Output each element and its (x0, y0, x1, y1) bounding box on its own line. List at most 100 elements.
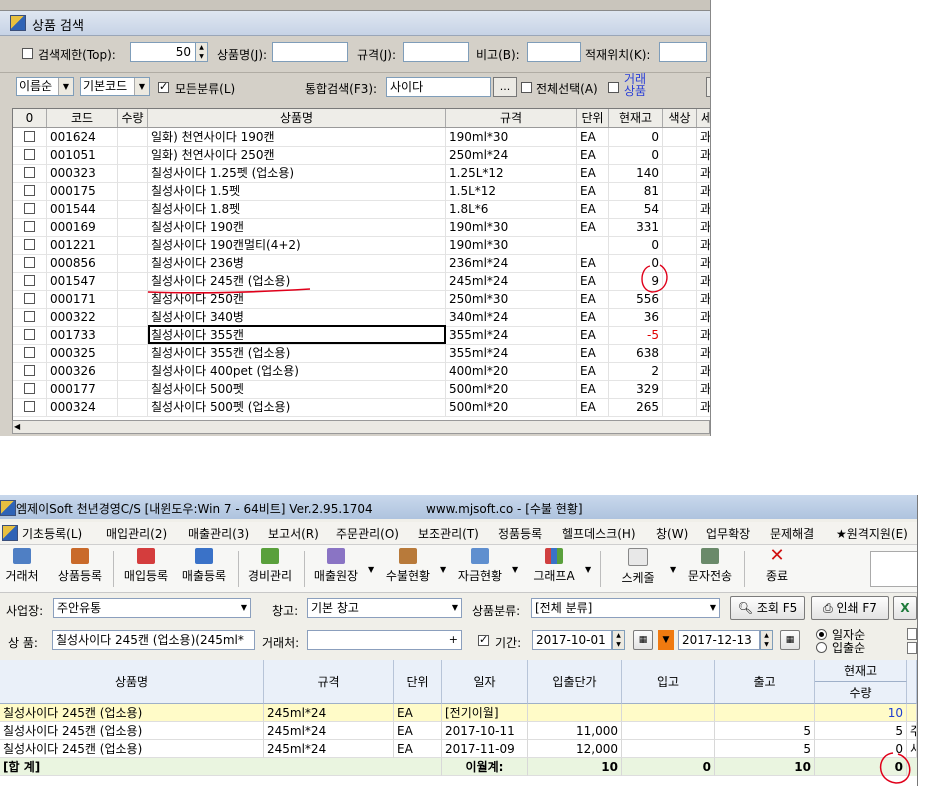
table-row[interactable]: 001544 칠성사이다 1.8펫 1.8L*6 EA 54 과 (13, 200, 710, 219)
top-limit-checkbox[interactable] (22, 48, 33, 59)
menu-item[interactable]: 매입관리(2) (106, 525, 167, 542)
table-row[interactable]: 칠성사이다 245캔 (업소용) 245ml*24 EA 2017-10-11 11,0… (0, 722, 917, 740)
business-select[interactable]: 주안유통 ▼ (53, 598, 251, 618)
row-checkbox-cell[interactable] (13, 362, 47, 380)
column-header[interactable]: 0 (13, 109, 47, 127)
column-header[interactable]: 상품명 (0, 660, 264, 704)
menu-item[interactable]: ★원격지원(E) (836, 525, 908, 542)
menu-item[interactable]: 정품등록 (498, 525, 542, 542)
toolbar-exit-button[interactable]: ✕ 종료 (752, 547, 802, 590)
row-checkbox-cell[interactable] (13, 182, 47, 200)
table-row[interactable]: 000169 칠성사이다 190캔 190ml*30 EA 331 과 (13, 218, 710, 237)
column-header[interactable]: 일자 (442, 660, 528, 704)
table-row[interactable]: 000171 칠성사이다 250캔 250ml*30 EA 556 과 (13, 290, 710, 309)
toolbar-product-button[interactable]: 상품등록 (52, 548, 108, 590)
column-header[interactable]: 현재고 (609, 109, 663, 127)
table-row[interactable]: 001624 일화) 천연사이다 190캔 190ml*30 EA 0 과 (13, 128, 710, 147)
all-category-checkbox[interactable] (158, 80, 169, 93)
table-row[interactable]: 000175 칠성사이다 1.5펫 1.5L*12 EA 81 과 (13, 182, 710, 201)
row-checkbox-cell[interactable] (13, 290, 47, 308)
column-header[interactable]: 수량 (118, 109, 148, 127)
table-row[interactable]: 000326 칠성사이다 400pet (업소용) 400ml*20 EA 2 과 (13, 362, 710, 381)
app-menu-icon[interactable] (2, 525, 18, 541)
row-checkbox[interactable] (24, 149, 35, 160)
row-checkbox-cell[interactable] (13, 254, 47, 272)
date-to-input[interactable]: 2017-12-13 (678, 630, 760, 650)
category-select[interactable]: [전체 분류] ▼ (531, 598, 720, 618)
row-checkbox-cell[interactable] (13, 308, 47, 326)
table-row[interactable]: 000177 칠성사이다 500펫 500ml*20 EA 329 과 (13, 380, 710, 399)
row-checkbox[interactable] (24, 383, 35, 394)
table-row[interactable]: 000323 칠성사이다 1.25펫 (업소용) 1.25L*12 EA 140 과 (13, 164, 710, 183)
column-header[interactable]: 현재고 (815, 660, 907, 682)
toolbar-sms-button[interactable]: 문자전송 (682, 548, 738, 590)
toolbar-client-button[interactable]: 거래처 (2, 548, 42, 590)
code-select[interactable]: 기본코드 ▼ (80, 77, 150, 96)
column-header[interactable]: 단위 (394, 660, 442, 704)
row-checkbox[interactable] (24, 203, 35, 214)
option-checkbox[interactable] (907, 642, 917, 654)
table-row[interactable]: 001733 칠성사이다 355캔 355ml*24 EA -5 과 (13, 325, 710, 345)
table-row[interactable]: 칠성사이다 245캔 (업소용) 245ml*24 EA [전기이월] 10 (0, 704, 917, 722)
column-header[interactable]: 세 (697, 109, 710, 127)
product-input[interactable]: 칠성사이다 245캔 (업소용)(245ml* (52, 630, 255, 650)
row-checkbox-cell[interactable] (13, 344, 47, 362)
sort-select[interactable]: 이름순 ▼ (16, 77, 74, 96)
dropdown-arrow-icon[interactable]: ▼ (585, 565, 591, 574)
menu-item[interactable]: 창(W) (656, 525, 688, 542)
period-checkbox[interactable] (478, 633, 489, 646)
toolbar-sales-button[interactable]: 매출등록 (176, 548, 232, 590)
date-toggle-button[interactable]: ▼ (658, 630, 674, 650)
column-header[interactable]: 색상 (663, 109, 697, 127)
menu-item[interactable]: 보조관리(T) (418, 525, 479, 542)
column-header[interactable]: 입고 (622, 660, 715, 704)
menu-item[interactable]: 기초등록(L) (22, 525, 82, 542)
row-checkbox-cell[interactable] (13, 218, 47, 236)
dropdown-arrow-icon[interactable]: ▼ (368, 565, 374, 574)
row-checkbox-cell[interactable] (13, 398, 47, 416)
unified-search-input[interactable]: 사이다 (386, 77, 491, 97)
daily-order-radio[interactable] (816, 629, 827, 640)
row-checkbox[interactable] (24, 365, 35, 376)
row-checkbox[interactable] (24, 239, 35, 250)
row-checkbox-cell[interactable] (13, 146, 47, 164)
menu-item[interactable]: 매출관리(3) (188, 525, 249, 542)
row-checkbox[interactable] (24, 311, 35, 322)
row-checkbox[interactable] (24, 257, 35, 268)
trade-goods-checkbox[interactable] (608, 82, 619, 93)
dropdown-arrow-icon[interactable]: ▼ (670, 565, 676, 574)
print-button[interactable]: ⎙ 인쇄 F7 (811, 596, 889, 620)
top-limit-spinner[interactable]: ▲ ▼ (195, 42, 208, 62)
row-checkbox[interactable] (24, 329, 35, 340)
calendar-to-button[interactable]: ▦ (780, 630, 800, 650)
warehouse-select[interactable]: 기본 창고 ▼ (307, 598, 462, 618)
row-checkbox[interactable] (24, 293, 35, 304)
spec-input[interactable] (403, 42, 469, 62)
date-from-spinner[interactable]: ▲ ▼ (612, 630, 625, 650)
menu-item[interactable]: 보고서(R) (268, 525, 319, 542)
plus-icon[interactable]: + (449, 631, 458, 649)
location-input[interactable] (659, 42, 707, 62)
menu-item[interactable]: 문제해결 (770, 525, 814, 542)
row-checkbox-cell[interactable] (13, 164, 47, 182)
toolbar-expense-button[interactable]: 경비관리 (242, 548, 298, 590)
menu-item[interactable]: 주문관리(O) (336, 525, 399, 542)
row-checkbox[interactable] (24, 275, 35, 286)
toolbar-purchase-button[interactable]: 매입등록 (118, 548, 174, 590)
top-limit-input[interactable]: 50 (130, 42, 196, 62)
column-header[interactable]: 입출단가 (528, 660, 622, 704)
row-checkbox[interactable] (24, 167, 35, 178)
table-row[interactable]: 000856 칠성사이다 236병 236ml*24 EA 0 과 (13, 254, 710, 273)
row-checkbox-cell[interactable] (13, 128, 47, 146)
column-header[interactable]: 단위 (577, 109, 609, 127)
note-input[interactable] (527, 42, 581, 62)
column-header[interactable]: 출고 (715, 660, 815, 704)
row-checkbox-cell[interactable] (13, 236, 47, 254)
menu-item[interactable]: 업무확장 (706, 525, 750, 542)
table-row[interactable]: 000325 칠성사이다 355캔 (업소용) 355ml*24 EA 638 과 (13, 344, 710, 363)
row-checkbox-cell[interactable] (13, 380, 47, 398)
row-checkbox-cell[interactable] (13, 326, 47, 344)
inout-order-radio[interactable] (816, 642, 827, 653)
client-input[interactable]: + (307, 630, 462, 650)
row-checkbox[interactable] (24, 185, 35, 196)
